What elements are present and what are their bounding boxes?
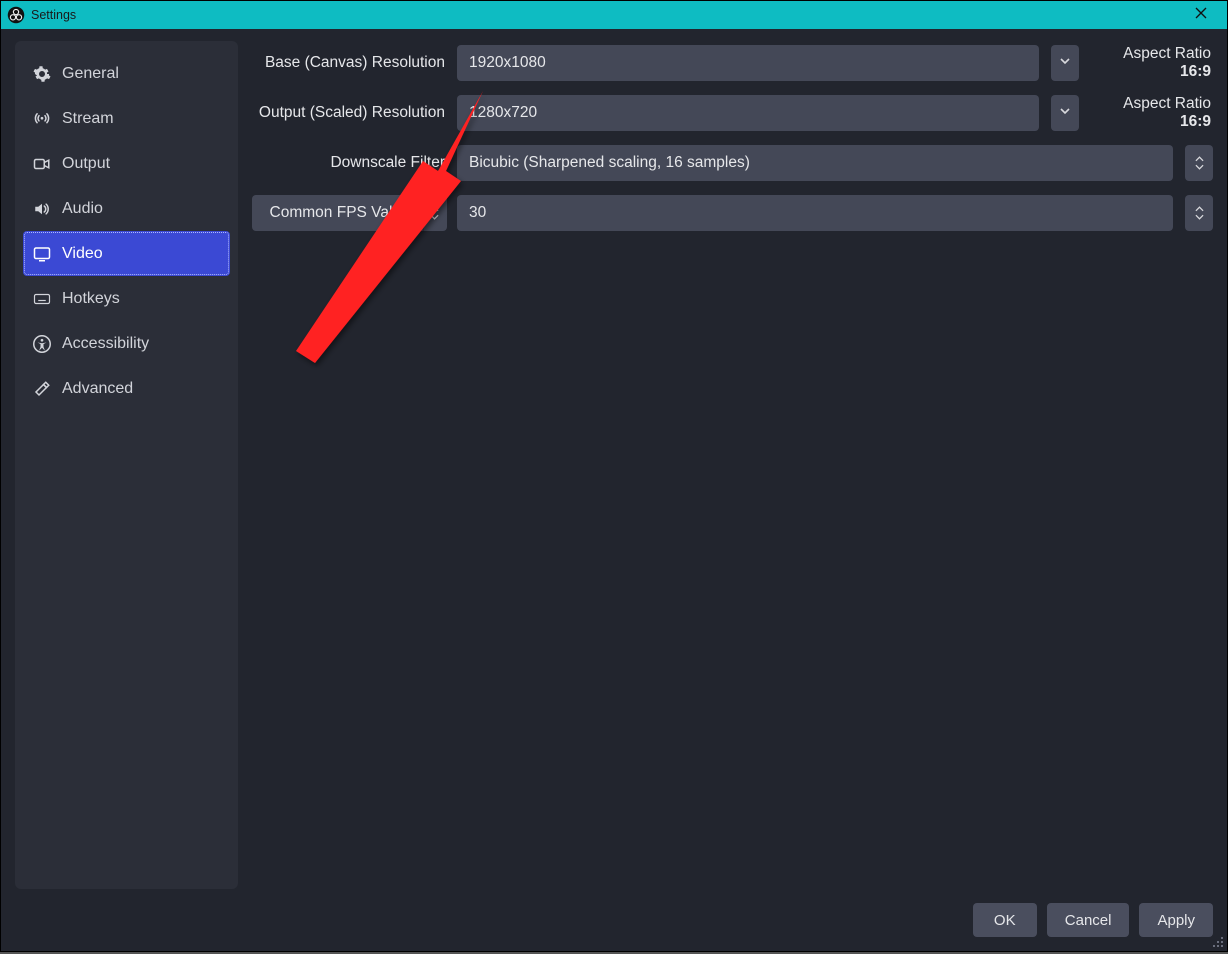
settings-window: Settings General Stream <box>0 0 1228 952</box>
chevron-down-icon <box>1059 54 1071 72</box>
output-icon <box>33 155 51 173</box>
fps-value: 30 <box>469 204 1161 222</box>
base-resolution-label: Base (Canvas) Resolution <box>252 54 447 72</box>
resize-grip[interactable] <box>1211 935 1225 949</box>
tools-icon <box>33 380 51 398</box>
chevron-down-icon <box>430 214 439 220</box>
accessibility-icon <box>33 335 51 353</box>
sidebar-item-video[interactable]: Video <box>23 231 230 276</box>
sidebar-item-stream[interactable]: Stream <box>23 96 230 141</box>
downscale-filter-stepper[interactable] <box>1185 145 1213 181</box>
sidebar-item-accessibility[interactable]: Accessibility <box>23 321 230 366</box>
sidebar: General Stream Output Audio <box>15 41 238 889</box>
output-aspect-ratio: Aspect Ratio 16:9 <box>1089 95 1213 131</box>
app-icon <box>7 6 25 24</box>
dialog-body: General Stream Output Audio <box>1 29 1227 899</box>
chevron-up-icon <box>430 206 439 212</box>
row-fps: Common FPS Values 30 <box>252 195 1213 231</box>
base-resolution-combobox[interactable]: 1920x1080 <box>457 45 1039 81</box>
output-resolution-value: 1280x720 <box>469 104 1027 122</box>
output-resolution-dropdown-button[interactable] <box>1051 95 1079 131</box>
sidebar-item-label: Advanced <box>62 380 133 398</box>
downscale-filter-label: Downscale Filter <box>252 154 447 172</box>
sidebar-item-audio[interactable]: Audio <box>23 186 230 231</box>
broadcast-icon <box>33 110 51 128</box>
downscale-filter-value: Bicubic (Sharpened scaling, 16 samples) <box>469 154 1161 172</box>
apply-button[interactable]: Apply <box>1139 903 1213 937</box>
sidebar-item-label: Output <box>62 155 110 173</box>
cancel-button[interactable]: Cancel <box>1047 903 1130 937</box>
sidebar-item-label: Stream <box>62 110 114 128</box>
sidebar-item-label: Audio <box>62 200 103 218</box>
sidebar-item-advanced[interactable]: Advanced <box>23 366 230 411</box>
chevron-up-icon <box>1195 206 1204 212</box>
sidebar-item-label: Video <box>62 245 103 263</box>
chevron-down-icon <box>1059 104 1071 122</box>
sidebar-item-hotkeys[interactable]: Hotkeys <box>23 276 230 321</box>
chevron-up-icon <box>1195 156 1204 162</box>
fps-mode-combobox[interactable]: Common FPS Values <box>252 195 447 231</box>
fps-value-stepper[interactable] <box>1185 195 1213 231</box>
chevron-down-icon <box>1195 164 1204 170</box>
ok-button[interactable]: OK <box>973 903 1037 937</box>
fps-mode-stepper[interactable] <box>423 195 447 231</box>
row-base-resolution: Base (Canvas) Resolution 1920x1080 Aspec… <box>252 45 1213 81</box>
speaker-icon <box>33 200 51 218</box>
output-resolution-label: Output (Scaled) Resolution <box>252 104 447 122</box>
close-icon <box>1195 6 1207 24</box>
dialog-footer: OK Cancel Apply <box>1 899 1227 951</box>
base-resolution-value: 1920x1080 <box>469 54 1027 72</box>
base-resolution-dropdown-button[interactable] <box>1051 45 1079 81</box>
sidebar-item-label: General <box>62 65 119 83</box>
fps-value-combobox[interactable]: 30 <box>457 195 1173 231</box>
sidebar-item-general[interactable]: General <box>23 51 230 96</box>
row-output-resolution: Output (Scaled) Resolution 1280x720 Aspe… <box>252 95 1213 131</box>
monitor-icon <box>33 245 51 263</box>
gear-icon <box>33 65 51 83</box>
close-button[interactable] <box>1179 1 1223 29</box>
sidebar-item-label: Accessibility <box>62 335 149 353</box>
base-aspect-ratio: Aspect Ratio 16:9 <box>1089 45 1213 81</box>
keyboard-icon <box>33 290 51 308</box>
downscale-filter-combobox[interactable]: Bicubic (Sharpened scaling, 16 samples) <box>457 145 1173 181</box>
row-downscale-filter: Downscale Filter Bicubic (Sharpened scal… <box>252 145 1213 181</box>
titlebar: Settings <box>1 1 1227 29</box>
output-resolution-combobox[interactable]: 1280x720 <box>457 95 1039 131</box>
content-panel: Base (Canvas) Resolution 1920x1080 Aspec… <box>252 41 1213 889</box>
window-title: Settings <box>31 8 1179 22</box>
chevron-down-icon <box>1195 214 1204 220</box>
sidebar-item-label: Hotkeys <box>62 290 120 308</box>
fps-mode-label: Common FPS Values <box>264 204 423 222</box>
sidebar-item-output[interactable]: Output <box>23 141 230 186</box>
